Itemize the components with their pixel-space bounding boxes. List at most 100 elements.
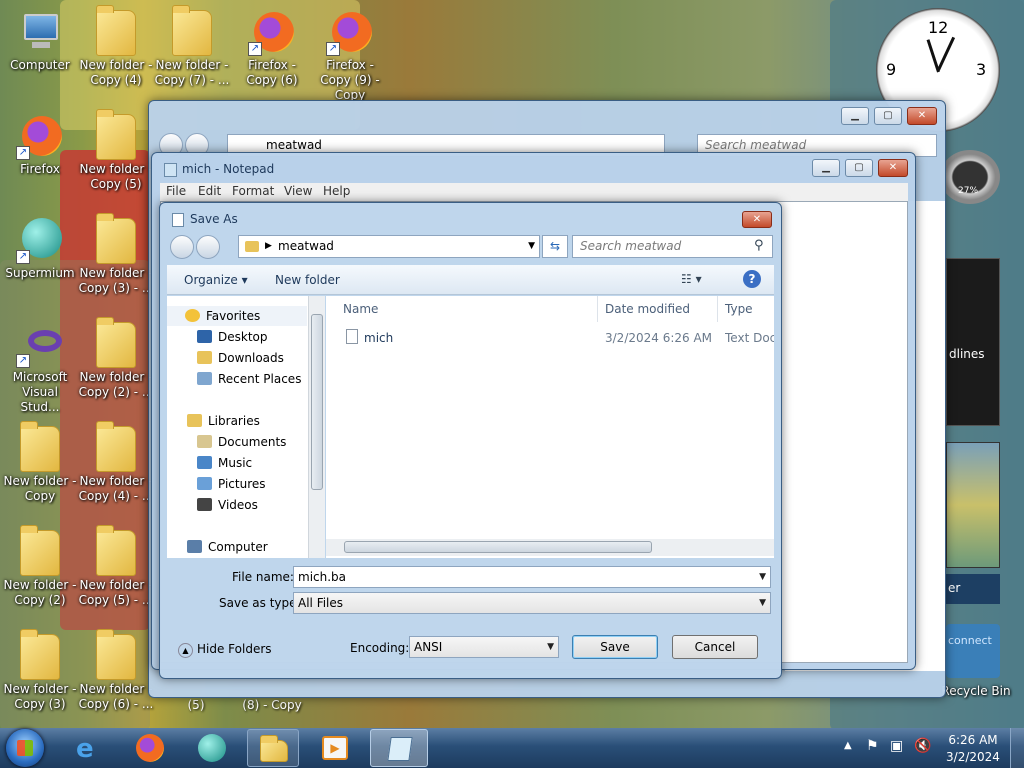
menu-bar: File Edit Format View Help <box>160 183 908 201</box>
hide-folders-button[interactable]: ▲ Hide Folders <box>178 642 272 658</box>
windows-gadget[interactable]: er <box>946 574 1000 604</box>
desktop-icon-folder[interactable]: New folder - Copy (3) - ... <box>78 213 154 296</box>
close-button[interactable]: ✕ <box>742 211 772 228</box>
desktop-icon-computer[interactable]: Computer <box>2 8 78 73</box>
tree-downloads[interactable]: Downloads <box>197 348 284 368</box>
minimize-button[interactable]: ▁ <box>812 159 840 177</box>
minimize-button[interactable]: ▁ <box>841 107 869 125</box>
clock-hand <box>937 36 956 71</box>
desktop-icon-folder[interactable]: New folder - Copy <box>2 421 78 504</box>
cancel-button[interactable]: Cancel <box>672 635 758 659</box>
desktop-icon-visual-studio[interactable]: ↗ Microsoft Visual Stud... <box>2 320 78 415</box>
folder-icon <box>96 5 136 56</box>
save-type-select[interactable]: All Files ▼ <box>293 592 771 614</box>
notepad-icon <box>164 163 177 177</box>
show-desktop-button[interactable] <box>1010 728 1024 768</box>
horizontal-scrollbar[interactable] <box>326 539 774 556</box>
save-as-dialog[interactable]: Save As ✕ ▶ meatwad ▼ ⇆ Search meatwad ⚲… <box>159 202 782 679</box>
shortcut-arrow-icon: ↗ <box>16 354 30 368</box>
horizontal-scrollbar-thumb[interactable] <box>344 541 652 553</box>
action-center-icon[interactable]: ⚑ <box>866 738 879 754</box>
encoding-select[interactable]: ANSI ▼ <box>409 636 559 658</box>
desktop-icon-recycle-bin[interactable]: Recycle Bin <box>938 682 1014 699</box>
volume-muted-icon[interactable]: 🔇 <box>914 738 931 754</box>
save-type-label: Save as type: <box>219 596 301 610</box>
new-folder-button[interactable]: New folder <box>275 273 340 287</box>
table-row[interactable]: mich 3/2/2024 6:26 AM Text Docu <box>336 326 774 348</box>
back-button[interactable] <box>170 235 194 259</box>
maximize-button[interactable]: ▢ <box>845 159 873 177</box>
column-header-name[interactable]: Name <box>343 302 378 316</box>
save-button[interactable]: Save <box>572 635 658 659</box>
desktop-icon-folder[interactable]: New folder - Copy (5) - ... <box>78 525 154 608</box>
column-header-date[interactable]: Date modified <box>605 302 690 316</box>
desktop-icon-folder[interactable]: New folder - Copy (2) - ... <box>78 317 154 400</box>
taskbar-explorer[interactable] <box>247 729 299 767</box>
nav-scrollbar[interactable] <box>308 296 325 558</box>
close-button[interactable]: ✕ <box>907 107 937 125</box>
forward-button[interactable] <box>196 235 220 259</box>
taskbar-ie[interactable]: e <box>70 730 110 766</box>
tree-music[interactable]: Music <box>197 453 252 473</box>
tree-videos[interactable]: Videos <box>197 495 258 515</box>
desktop-icon-folder[interactable]: New folder - Copy (2) <box>2 525 78 608</box>
shortcut-arrow-icon: ↗ <box>16 250 30 264</box>
desktop-icon-folder[interactable]: New folder - Copy (5) <box>78 109 154 192</box>
tree-desktop[interactable]: Desktop <box>197 327 268 347</box>
desktop-icon-firefox[interactable]: ↗ Firefox <box>2 112 78 177</box>
desktop-icon-folder[interactable]: New folder - Copy (3) <box>2 629 78 712</box>
folder-icon <box>96 629 136 680</box>
address-bar[interactable]: ▶ meatwad ▼ <box>238 235 540 258</box>
slideshow-gadget[interactable] <box>946 442 1000 568</box>
tree-computer[interactable]: Computer <box>187 537 268 557</box>
view-options-icon[interactable]: ☷ ▾ <box>681 272 702 286</box>
desktop-icon-folder[interactable]: New folder - Copy (6) - ... <box>78 629 154 712</box>
desktop-icon-label[interactable]: (5) <box>158 698 234 712</box>
tree-recent[interactable]: Recent Places <box>197 369 301 389</box>
help-icon[interactable]: ? <box>743 270 761 288</box>
desktop-icon-firefox[interactable]: ↗ Firefox - Copy (9) - Copy <box>312 8 388 103</box>
desktop-icon-label[interactable]: (8) - Copy <box>234 698 310 712</box>
taskbar-firefox[interactable] <box>130 730 170 766</box>
toolbar: Organize ▾ New folder ☷ ▾ ? <box>167 265 774 295</box>
taskbar-supermium[interactable] <box>192 730 232 766</box>
file-name-input[interactable]: mich.ba ▼ <box>293 566 771 588</box>
desktop-icon-folder[interactable]: New folder - Copy (7) - ... <box>154 5 230 88</box>
search-input[interactable]: Search meatwad <box>572 235 773 258</box>
connect-gadget[interactable]: connect <box>946 624 1000 678</box>
tree-libraries[interactable]: Libraries <box>187 411 260 431</box>
organize-button[interactable]: Organize ▾ <box>184 273 248 287</box>
tree-favorites[interactable]: Favorites <box>167 306 307 326</box>
start-button[interactable] <box>6 729 44 767</box>
desktop-icon-supermium[interactable]: ↗ Supermium <box>2 216 78 281</box>
tree-pictures[interactable]: Pictures <box>197 474 266 494</box>
folder-icon <box>172 5 212 56</box>
tree-documents[interactable]: Documents <box>197 432 286 452</box>
menu-help[interactable]: Help <box>323 184 350 198</box>
shortcut-arrow-icon: ↗ <box>248 42 262 56</box>
headlines-label: dlines <box>949 347 985 361</box>
menu-format[interactable]: Format <box>232 184 274 198</box>
menu-view[interactable]: View <box>284 184 312 198</box>
clock-time[interactable]: 6:26 AM <box>946 733 1000 747</box>
refresh-button[interactable]: ⇆ <box>542 235 568 258</box>
desktop-icon-firefox[interactable]: ↗ Firefox - Copy (6) <box>234 8 310 88</box>
desktop-icon-folder[interactable]: New folder - Copy (4) <box>78 5 154 88</box>
show-hidden-icons[interactable]: ▲ <box>844 740 852 751</box>
nav-scrollbar-thumb[interactable] <box>311 314 323 490</box>
close-button[interactable]: ✕ <box>878 159 908 177</box>
menu-edit[interactable]: Edit <box>198 184 221 198</box>
cpu-meter-gadget[interactable]: 27% <box>940 150 1000 204</box>
maximize-button[interactable]: ▢ <box>874 107 902 125</box>
headlines-gadget[interactable]: dlines <box>946 258 1000 426</box>
taskbar-media-player[interactable]: ▶ <box>310 730 362 766</box>
column-header-type[interactable]: Type <box>725 302 753 316</box>
clock-date[interactable]: 3/2/2024 <box>946 750 1000 764</box>
taskbar-notepad[interactable] <box>370 729 428 767</box>
chevron-down-icon[interactable]: ▼ <box>759 567 766 587</box>
chevron-down-icon[interactable]: ▼ <box>528 236 535 257</box>
network-icon[interactable]: ▣ <box>890 738 903 754</box>
desktop-icon-folder[interactable]: New folder - Copy (4) - ... <box>78 421 154 504</box>
menu-file[interactable]: File <box>166 184 186 198</box>
folder-icon <box>96 317 136 368</box>
